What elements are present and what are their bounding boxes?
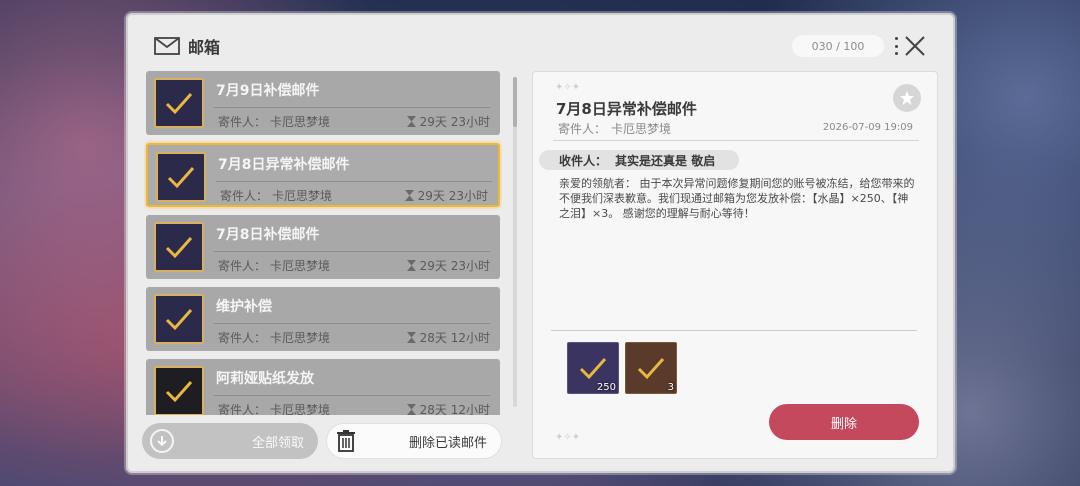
checkmark-icon bbox=[167, 167, 195, 189]
mail-list-item-selected[interactable]: 7月8日异常补偿邮件 寄件人： 卡厄思梦境 29天 23小时 bbox=[146, 143, 500, 207]
mail-thumbnail bbox=[154, 222, 204, 272]
mail-thumbnail bbox=[154, 294, 204, 344]
hourglass-icon bbox=[406, 332, 416, 343]
more-icon[interactable] bbox=[894, 37, 898, 55]
download-icon bbox=[150, 429, 174, 453]
mail-count: 030 / 100 bbox=[792, 35, 884, 57]
claim-all-button[interactable]: 全部领取 bbox=[142, 423, 318, 459]
trash-icon bbox=[337, 430, 355, 452]
mail-title: 阿莉娅贴纸发放 bbox=[216, 371, 314, 387]
divider bbox=[553, 140, 919, 141]
divider bbox=[214, 395, 490, 396]
hourglass-icon bbox=[406, 116, 416, 127]
delete-read-label: 删除已读邮件 bbox=[408, 435, 487, 451]
mail-sender-label: 寄件人： bbox=[218, 331, 267, 345]
checkmark-icon bbox=[165, 381, 193, 403]
claim-all-label: 全部领取 bbox=[251, 435, 304, 451]
mail-list-item[interactable]: 维护补偿 寄件人： 卡厄思梦境 28天 12小时 bbox=[146, 287, 500, 351]
recipient-name: 其实是还真是 敬启 bbox=[615, 153, 716, 168]
mail-sender: 卡厄思梦境 bbox=[270, 331, 331, 345]
recipient-pill: 收件人： 其实是还真是 敬启 bbox=[539, 150, 739, 170]
divider bbox=[551, 330, 917, 331]
reward-tear[interactable]: 3 bbox=[625, 342, 677, 394]
reward-qty: 250 bbox=[596, 382, 616, 393]
mail-sender-label: 寄件人： bbox=[218, 115, 267, 129]
header-actions bbox=[894, 35, 938, 57]
sparkle-deco: ✦✧✦ bbox=[555, 82, 581, 93]
mail-title: 7月9日补偿邮件 bbox=[216, 83, 320, 99]
detail-sender: 卡厄思梦境 bbox=[611, 122, 672, 136]
mail-sender: 卡厄思梦境 bbox=[270, 115, 331, 129]
mailbox-header: 邮箱 030 / 100 bbox=[136, 23, 945, 69]
scrollbar-thumb[interactable] bbox=[513, 77, 517, 127]
delete-read-button[interactable]: 删除已读邮件 bbox=[326, 423, 502, 459]
mail-sender-label: 寄件人： bbox=[218, 403, 267, 415]
mail-expiry-text: 28天 12小时 bbox=[419, 403, 490, 415]
mail-expiry-text: 29天 23小时 bbox=[419, 259, 490, 273]
mail-list[interactable]: 7月9日补偿邮件 寄件人： 卡厄思梦境 29天 23小时 7月8日异常补偿邮件 … bbox=[144, 71, 502, 415]
mail-list-item[interactable]: 7月8日补偿邮件 寄件人： 卡厄思梦境 29天 23小时 bbox=[146, 215, 500, 279]
detail-sender-label: 寄件人： bbox=[558, 122, 607, 136]
recipient-label: 收件人： bbox=[559, 153, 608, 168]
mail-expiry-text: 29天 23小时 bbox=[419, 115, 490, 129]
mail-expiry: 29天 23小时 bbox=[404, 187, 488, 204]
detail-date: 2026-07-09 19:09 bbox=[822, 122, 913, 133]
star-icon bbox=[900, 91, 914, 105]
divider bbox=[214, 251, 490, 252]
mail-list-item[interactable]: 7月9日补偿邮件 寄件人： 卡厄思梦境 29天 23小时 bbox=[146, 71, 500, 135]
checkmark-icon bbox=[165, 237, 193, 259]
mail-expiry: 28天 12小时 bbox=[406, 401, 490, 415]
checkmark-icon bbox=[165, 93, 193, 115]
mail-expiry: 28天 12小时 bbox=[406, 329, 490, 346]
checkmark-icon bbox=[637, 358, 665, 380]
mail-icon bbox=[154, 37, 180, 55]
delete-button[interactable]: 删除 bbox=[769, 404, 919, 440]
mail-expiry-text: 29天 23小时 bbox=[417, 189, 488, 203]
mail-thumbnail bbox=[156, 152, 206, 202]
mail-list-item[interactable]: 阿莉娅贴纸发放 寄件人： 卡厄思梦境 28天 12小时 bbox=[146, 359, 500, 415]
mail-detail-panel: ✦✧✦ 7月8日异常补偿邮件 寄件人： 卡厄思梦境 2026-07-09 19:… bbox=[532, 71, 938, 459]
mail-title: 维护补偿 bbox=[216, 299, 272, 315]
mail-expiry-text: 28天 12小时 bbox=[419, 331, 490, 345]
mail-title: 7月8日补偿邮件 bbox=[216, 227, 320, 243]
sparkle-deco: ✦✧✦ bbox=[555, 432, 581, 443]
mail-expiry: 29天 23小时 bbox=[406, 113, 490, 130]
detail-title: 7月8日异常补偿邮件 bbox=[556, 100, 697, 118]
mail-thumbnail bbox=[154, 366, 204, 415]
mail-body: 亲爱的领航者： 由于本次异常问题修复期间您的账号被冻结，给您带来的不便我们深表歉… bbox=[559, 177, 915, 220]
reward-crystal[interactable]: 250 bbox=[567, 342, 619, 394]
hourglass-icon bbox=[404, 190, 414, 201]
checkmark-icon bbox=[579, 358, 607, 380]
divider bbox=[214, 323, 490, 324]
mail-sender: 卡厄思梦境 bbox=[272, 189, 333, 203]
mail-sender-label: 寄件人： bbox=[218, 259, 267, 273]
close-icon[interactable] bbox=[904, 35, 926, 57]
checkmark-icon bbox=[165, 309, 193, 331]
mail-sender-label: 寄件人： bbox=[220, 189, 269, 203]
favorite-button[interactable] bbox=[893, 84, 921, 112]
mail-sender: 卡厄思梦境 bbox=[270, 403, 331, 415]
mail-list-scrollbar[interactable] bbox=[513, 77, 517, 407]
mail-sender: 卡厄思梦境 bbox=[270, 259, 331, 273]
reward-qty: 3 bbox=[667, 382, 674, 393]
divider bbox=[216, 181, 492, 182]
hourglass-icon bbox=[406, 260, 416, 271]
page-title: 邮箱 bbox=[188, 38, 221, 57]
mail-expiry: 29天 23小时 bbox=[406, 257, 490, 274]
mail-title: 7月8日异常补偿邮件 bbox=[218, 157, 350, 173]
mailbox-panel: 邮箱 030 / 100 7月9日补偿邮件 寄件人： 卡厄思梦境 29天 23小… bbox=[126, 13, 955, 473]
hourglass-icon bbox=[406, 404, 416, 415]
mail-thumbnail bbox=[154, 78, 204, 128]
divider bbox=[214, 107, 490, 108]
